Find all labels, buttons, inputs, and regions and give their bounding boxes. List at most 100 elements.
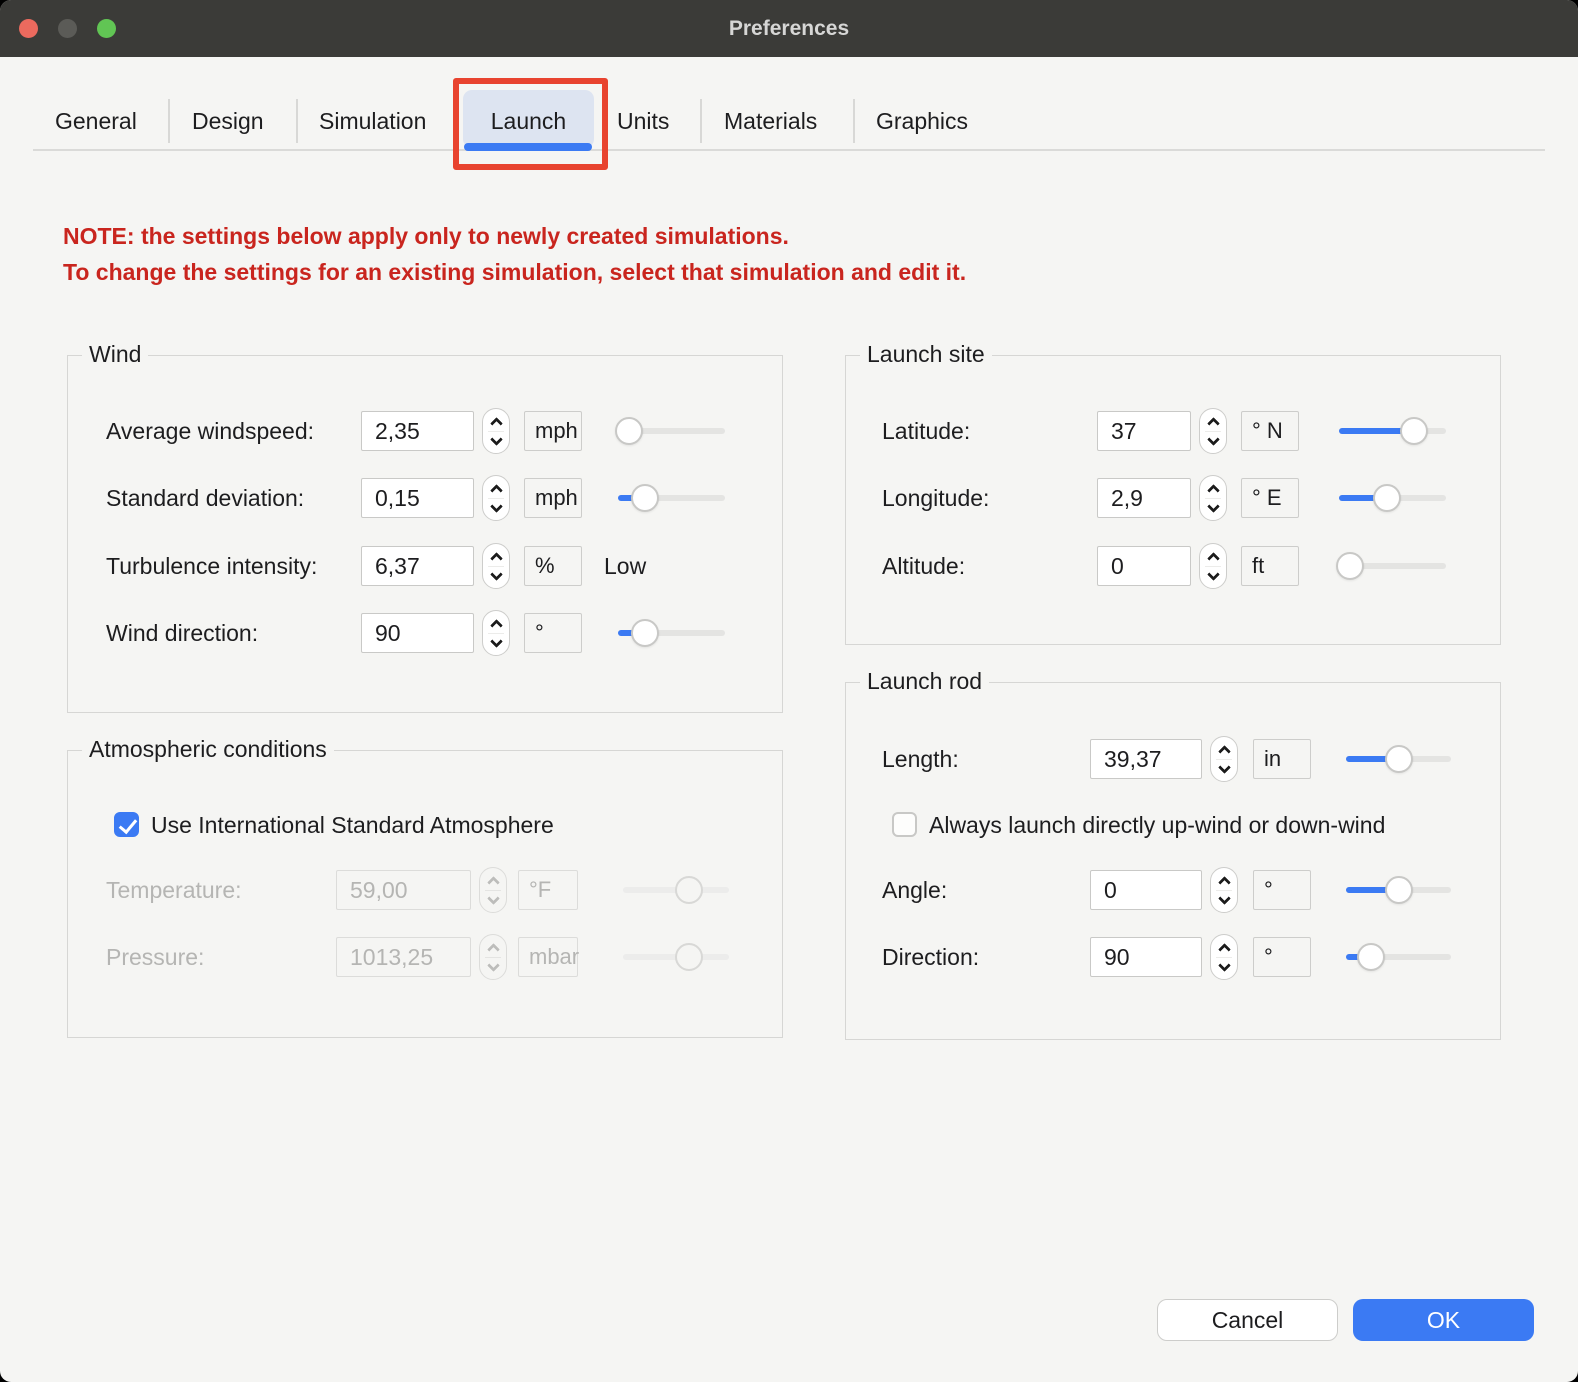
spinner-up-icon [1218, 745, 1231, 758]
slider-thumb[interactable] [615, 417, 643, 445]
average-windspeed-spinner[interactable] [482, 408, 510, 454]
longitude-input[interactable]: 2,9 [1097, 478, 1191, 518]
standard-deviation-input[interactable]: 0,15 [361, 478, 474, 518]
launch-rod-group-title: Launch rod [860, 668, 989, 695]
turbulence-intensity-spinner[interactable] [482, 543, 510, 589]
pressure-unit-button: mbar [518, 937, 578, 977]
latitude-slider[interactable] [1339, 417, 1446, 445]
wind-group: Wind Average windspeed: 2,35 mph Standar… [67, 355, 783, 713]
upwind-downwind-checkbox-label[interactable]: Always launch directly up-wind or down-w… [929, 809, 1385, 841]
length-unit-button[interactable]: in [1253, 739, 1311, 779]
spinner-down-icon [1207, 433, 1220, 446]
longitude-slider[interactable] [1339, 484, 1446, 512]
tab-materials[interactable]: Materials [724, 96, 817, 146]
direction-slider[interactable] [1346, 943, 1451, 971]
atmospheric-conditions-group: Atmospheric conditions Use International… [67, 750, 783, 1038]
tab-general[interactable]: General [55, 96, 137, 146]
angle-slider[interactable] [1346, 876, 1451, 904]
average-windspeed-input[interactable]: 2,35 [361, 411, 474, 451]
pressure-input: 1013,25 [336, 937, 471, 977]
altitude-unit-button[interactable]: ft [1241, 546, 1299, 586]
altitude-slider[interactable] [1339, 552, 1446, 580]
direction-spinner[interactable] [1210, 934, 1238, 980]
slider-thumb[interactable] [1336, 552, 1364, 580]
spinner-down-icon [1218, 892, 1231, 905]
atmospheric-conditions-group-title: Atmospheric conditions [82, 736, 334, 763]
angle-spinner[interactable] [1210, 867, 1238, 913]
ok-button[interactable]: OK [1353, 1299, 1534, 1341]
cancel-button[interactable]: Cancel [1157, 1299, 1338, 1341]
note-text: NOTE: the settings below apply only to n… [63, 218, 966, 290]
temperature-input: 59,00 [336, 870, 471, 910]
altitude-spinner[interactable] [1199, 543, 1227, 589]
upwind-downwind-checkbox[interactable] [892, 812, 917, 837]
temperature-slider [623, 876, 729, 904]
slider-thumb[interactable] [1357, 943, 1385, 971]
length-slider[interactable] [1346, 745, 1451, 773]
length-label: Length: [882, 736, 959, 782]
launch-rod-group: Launch rod Length: 39,37 in Always launc… [845, 682, 1501, 1040]
average-windspeed-unit-button[interactable]: mph [524, 411, 582, 451]
spinner-up-icon [1207, 552, 1220, 565]
spinner-down-icon [490, 433, 503, 446]
turbulence-intensity-input[interactable]: 6,37 [361, 546, 474, 586]
slider-thumb[interactable] [631, 484, 659, 512]
wind-direction-unit-button[interactable]: ° [524, 613, 582, 653]
standard-atmosphere-checkbox-label[interactable]: Use International Standard Atmosphere [151, 809, 554, 841]
wind-direction-input[interactable]: 90 [361, 613, 474, 653]
wind-direction-row: Wind direction: 90 ° [68, 610, 782, 656]
spinner-down-icon [1207, 568, 1220, 581]
turbulence-intensity-row: Turbulence intensity: 6,37 % Low [68, 543, 782, 589]
latitude-unit-button[interactable]: ° N [1241, 411, 1299, 451]
latitude-input[interactable]: 37 [1097, 411, 1191, 451]
tab-simulation[interactable]: Simulation [319, 96, 426, 146]
spinner-up-icon [487, 876, 500, 889]
latitude-spinner[interactable] [1199, 408, 1227, 454]
longitude-unit-button[interactable]: ° E [1241, 478, 1299, 518]
slider-thumb[interactable] [1385, 745, 1413, 773]
turbulence-intensity-unit-button[interactable]: % [524, 546, 582, 586]
spinner-up-icon [490, 417, 503, 430]
altitude-input[interactable]: 0 [1097, 546, 1191, 586]
direction-label: Direction: [882, 934, 979, 980]
slider-thumb[interactable] [631, 619, 659, 647]
titlebar: Preferences [0, 0, 1578, 57]
angle-label: Angle: [882, 867, 947, 913]
standard-atmosphere-checkbox[interactable] [114, 812, 139, 837]
wind-group-title: Wind [82, 341, 148, 368]
standard-deviation-spinner[interactable] [482, 475, 510, 521]
direction-row: Direction: 90 ° [846, 934, 1500, 980]
slider-thumb[interactable] [1385, 876, 1413, 904]
length-input[interactable]: 39,37 [1090, 739, 1202, 779]
slider-thumb[interactable] [1373, 484, 1401, 512]
standard-deviation-unit-button[interactable]: mph [524, 478, 582, 518]
spinner-down-icon [1218, 761, 1231, 774]
spinner-down-icon [487, 892, 500, 905]
longitude-spinner[interactable] [1199, 475, 1227, 521]
note-line-2: To change the settings for an existing s… [63, 254, 966, 290]
angle-unit-button[interactable]: ° [1253, 870, 1311, 910]
slider-thumb[interactable] [1400, 417, 1428, 445]
spinner-up-icon [490, 552, 503, 565]
length-spinner[interactable] [1210, 736, 1238, 782]
wind-direction-spinner[interactable] [482, 610, 510, 656]
turbulence-level-text: Low [604, 543, 646, 589]
tab-graphics[interactable]: Graphics [876, 96, 968, 146]
latitude-row: Latitude: 37 ° N [846, 408, 1500, 454]
upwind-downwind-checkbox-row: Always launch directly up-wind or down-w… [846, 809, 1500, 841]
direction-input[interactable]: 90 [1090, 937, 1202, 977]
spinner-down-icon [487, 959, 500, 972]
tab-units[interactable]: Units [617, 96, 669, 146]
direction-unit-button[interactable]: ° [1253, 937, 1311, 977]
pressure-spinner [479, 934, 507, 980]
standard-atmosphere-checkbox-row: Use International Standard Atmosphere [68, 809, 782, 841]
tab-design[interactable]: Design [192, 96, 264, 146]
tab-divider [168, 99, 170, 143]
latitude-label: Latitude: [882, 408, 970, 454]
angle-input[interactable]: 0 [1090, 870, 1202, 910]
average-windspeed-slider[interactable] [618, 417, 725, 445]
length-row: Length: 39,37 in [846, 736, 1500, 782]
standard-deviation-slider[interactable] [618, 484, 725, 512]
wind-direction-slider[interactable] [618, 619, 725, 647]
launch-site-group-title: Launch site [860, 341, 992, 368]
